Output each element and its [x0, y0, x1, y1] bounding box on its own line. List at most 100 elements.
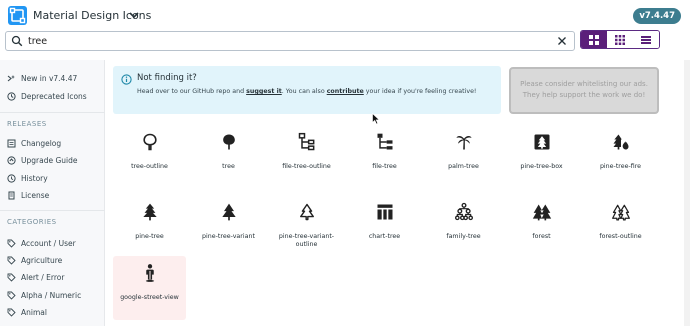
pine-tree-variant-icon — [219, 202, 239, 222]
sidebar-item-animal[interactable]: Animal — [7, 305, 47, 319]
notice-text: . You can also — [281, 88, 327, 95]
sidebar-item-alpha-numeric[interactable]: Alpha / Numeric — [7, 288, 81, 302]
sidebar-item-label: Upgrade Guide — [21, 155, 78, 165]
icon-tile-forest-outline[interactable]: forest-outline — [584, 195, 657, 259]
icon-tile-pine-tree-box[interactable]: pine-tree-box — [505, 125, 578, 189]
sidebar-divider — [0, 112, 105, 113]
icon-tile-pine-tree[interactable]: pine-tree — [113, 195, 186, 259]
pine-tree-box-icon — [532, 132, 552, 152]
changelog-icon — [7, 139, 16, 148]
view-grid-medium-button[interactable] — [607, 31, 633, 48]
pine-tree-variant-outline-icon — [297, 202, 317, 222]
close-icon[interactable] — [556, 35, 568, 47]
ad-line: Please consider whitelisting our ads. — [520, 80, 648, 88]
sidebar-item-label: Account / User — [21, 238, 76, 248]
notice-text: your idea if you're feeling creative! — [363, 88, 477, 95]
tag-icon — [7, 291, 16, 300]
license-icon — [7, 191, 16, 200]
sidebar-item-alert-error[interactable]: Alert / Error — [7, 270, 64, 284]
view-grid-large-button[interactable] — [581, 31, 607, 48]
icon-tile-palm-tree[interactable]: palm-tree — [427, 125, 500, 189]
contribute-link[interactable]: contribute — [327, 88, 364, 95]
icon-tile-tree-outline[interactable]: tree-outline — [113, 125, 186, 189]
icon-label: pine-tree-fire — [599, 163, 642, 170]
icon-tile-forest[interactable]: forest — [505, 195, 578, 259]
icon-label: pine-tree-variant — [202, 233, 255, 240]
upgrade-icon — [7, 155, 16, 165]
icon-tile-pine-tree-variant-outline[interactable]: pine-tree-variant-outline — [270, 195, 343, 259]
releases-heading: RELEASES — [7, 120, 47, 128]
palm-tree-icon — [454, 132, 474, 152]
sidebar-item-label: New in v7.4.47 — [21, 73, 78, 83]
tag-icon — [7, 239, 16, 248]
search-input[interactable] — [28, 34, 548, 49]
sidebar-item-label: Alert / Error — [21, 272, 65, 282]
ad-line: They help support the work we do! — [522, 91, 646, 99]
icon-tile-file-tree[interactable]: file-tree — [348, 125, 421, 189]
sidebar-item-label: Alpha / Numeric — [21, 290, 82, 300]
pine-tree-fire-icon — [611, 132, 631, 152]
pine-tree-icon — [140, 202, 160, 222]
icon-label: file-tree-outline — [282, 163, 331, 170]
icon-tile-pine-tree-variant[interactable]: pine-tree-variant — [192, 195, 265, 259]
sidebar-item-label: License — [21, 190, 50, 200]
icon-label: family-tree — [446, 233, 481, 240]
app-header: Material Design Icons v7.4.47 — [0, 0, 690, 32]
sidebar-item-changelog[interactable]: Changelog — [7, 136, 61, 150]
tag-icon — [7, 308, 16, 317]
chevron-down-icon[interactable] — [128, 8, 140, 22]
grid-medium-icon — [615, 34, 625, 45]
sidebar-item-label: Changelog — [21, 138, 62, 148]
deprecated-icon — [7, 91, 16, 101]
tree-icon — [219, 132, 239, 152]
family-tree-icon — [454, 202, 474, 222]
sidebar-item-deprecated[interactable]: Deprecated Icons — [7, 89, 87, 103]
sidebar-item-label: History — [21, 173, 48, 183]
icon-label: pine-tree-variant-outline — [278, 233, 335, 248]
sidebar-item-label: Deprecated Icons — [21, 91, 87, 101]
app-logo-icon[interactable] — [8, 6, 27, 25]
icon-label: forest-outline — [599, 233, 642, 240]
notice-text: Head over to our GitHub repo and — [137, 88, 247, 95]
history-icon — [7, 173, 16, 183]
notice-body: Head over to our GitHub repo and suggest… — [137, 88, 476, 95]
sidebar-item-agriculture[interactable]: Agriculture — [7, 253, 62, 267]
list-view-icon — [641, 35, 651, 44]
view-mode-toggle — [580, 30, 660, 49]
info-icon — [121, 74, 132, 85]
icon-tile-google-street-view[interactable]: google-street-view — [113, 256, 186, 320]
sidebar-item-upgrade-guide[interactable]: Upgrade Guide — [7, 153, 77, 167]
notice-title: Not finding it? — [137, 73, 197, 83]
search-icon — [11, 35, 23, 47]
categories-heading: CATEGORIES — [7, 218, 57, 226]
icon-label: palm-tree — [448, 163, 479, 170]
icon-label: tree — [222, 163, 235, 170]
icon-label: pine-tree-box — [520, 163, 563, 170]
icon-label: file-tree — [372, 163, 397, 170]
sidebar-item-license[interactable]: License — [7, 188, 49, 202]
icon-tile-pine-tree-fire[interactable]: pine-tree-fire — [584, 125, 657, 189]
sidebar-item-history[interactable]: History — [7, 171, 48, 185]
grid-large-icon — [589, 34, 599, 45]
chart-tree-icon — [375, 202, 395, 222]
icon-tile-chart-tree[interactable]: chart-tree — [348, 195, 421, 259]
sidebar-divider — [0, 210, 105, 211]
google-street-view-icon — [140, 263, 160, 283]
ad-placeholder: Please consider whitelisting our ads. Th… — [509, 67, 659, 114]
forest-outline-icon — [611, 202, 631, 222]
icon-tile-family-tree[interactable]: family-tree — [427, 195, 500, 259]
icon-label: pine-tree — [135, 233, 164, 240]
sidebar-item-label: Animal — [21, 307, 47, 317]
version-badge[interactable]: v7.4.47 — [633, 8, 681, 24]
icon-label: google-street-view — [120, 294, 179, 301]
suggest-link[interactable]: suggest it — [246, 88, 282, 95]
sidebar-item-new[interactable]: New in v7.4.47 — [7, 71, 77, 85]
sidebar-item-account-user[interactable]: Account / User — [7, 236, 76, 250]
icon-tile-file-tree-outline[interactable]: file-tree-outline — [270, 125, 343, 189]
forest-icon — [532, 202, 552, 222]
icon-tile-tree[interactable]: tree — [192, 125, 265, 189]
not-finding-notice: Not finding it? Head over to our GitHub … — [113, 66, 501, 114]
scrollbar[interactable] — [684, 60, 690, 326]
view-list-button[interactable] — [633, 31, 659, 48]
icon-label: chart-tree — [368, 233, 401, 240]
